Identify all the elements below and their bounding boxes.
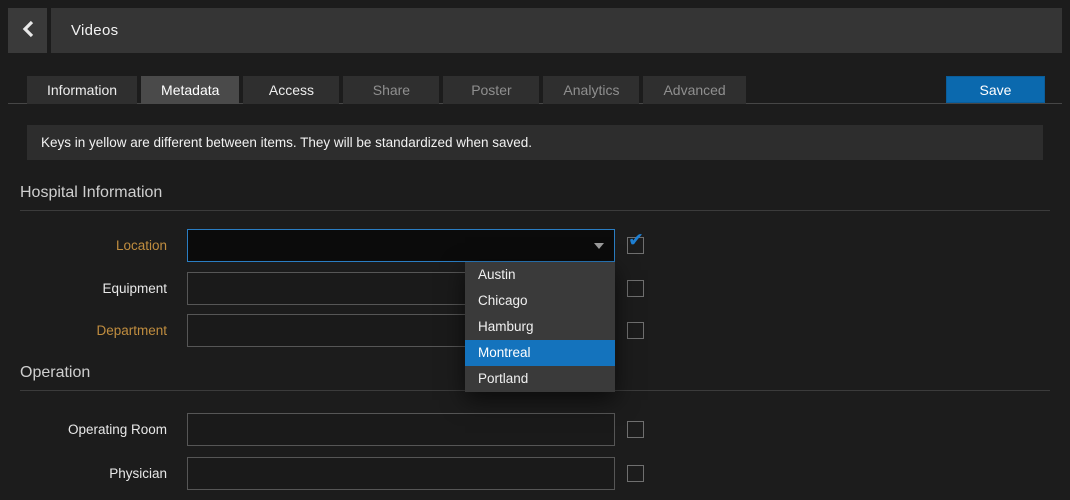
- chevron-left-icon: [22, 20, 34, 41]
- section-title-hospital-information: Hospital Information: [20, 184, 1050, 211]
- dropdown-option-chicago[interactable]: Chicago: [465, 288, 615, 314]
- physician-field-wrap: [187, 457, 615, 490]
- tab-information[interactable]: Information: [27, 76, 137, 104]
- tab-analytics[interactable]: Analytics: [543, 76, 639, 104]
- field-label-equipment: Equipment: [20, 281, 167, 296]
- tab-advanced[interactable]: Advanced: [643, 76, 745, 104]
- check-icon: ✔: [628, 231, 644, 250]
- location-field-wrap: Austin Chicago Hamburg Montreal Portland: [187, 229, 615, 262]
- dropdown-option-portland[interactable]: Portland: [465, 366, 615, 392]
- field-label-physician: Physician: [20, 466, 167, 481]
- tab-metadata[interactable]: Metadata: [141, 76, 239, 104]
- operating-room-field-wrap: [187, 413, 615, 446]
- save-button[interactable]: Save: [946, 76, 1045, 103]
- back-button[interactable]: [8, 8, 47, 53]
- equipment-checkbox[interactable]: [627, 280, 644, 297]
- field-label-department: Department: [20, 323, 167, 338]
- location-checkbox[interactable]: ✔: [627, 237, 644, 254]
- location-select[interactable]: [187, 229, 615, 262]
- dropdown-option-austin[interactable]: Austin: [465, 262, 615, 288]
- notice-bar: Keys in yellow are different between ite…: [27, 125, 1043, 160]
- form-row-location: Location Austin Chicago Hamburg Montreal…: [20, 229, 644, 262]
- physician-checkbox[interactable]: [627, 465, 644, 482]
- department-checkbox[interactable]: [627, 322, 644, 339]
- form-row-physician: Physician: [20, 457, 644, 490]
- app-header: Videos: [8, 8, 1062, 53]
- form-row-operating-room: Operating Room: [20, 413, 644, 446]
- chevron-down-icon: [594, 243, 604, 249]
- tabs-row: Information Metadata Access Share Poster…: [27, 76, 1045, 104]
- tab-access[interactable]: Access: [243, 76, 339, 104]
- field-label-operating-room: Operating Room: [20, 422, 167, 437]
- physician-input[interactable]: [187, 457, 615, 490]
- dropdown-option-montreal[interactable]: Montreal: [465, 340, 615, 366]
- page-title: Videos: [71, 22, 118, 39]
- field-label-location: Location: [20, 238, 167, 253]
- tab-share[interactable]: Share: [343, 76, 439, 104]
- title-bar: Videos: [51, 8, 1062, 53]
- operating-room-checkbox[interactable]: [627, 421, 644, 438]
- dropdown-option-hamburg[interactable]: Hamburg: [465, 314, 615, 340]
- location-dropdown-menu: Austin Chicago Hamburg Montreal Portland: [465, 262, 615, 392]
- notice-text: Keys in yellow are different between ite…: [41, 135, 532, 150]
- operating-room-input[interactable]: [187, 413, 615, 446]
- tab-poster[interactable]: Poster: [443, 76, 539, 104]
